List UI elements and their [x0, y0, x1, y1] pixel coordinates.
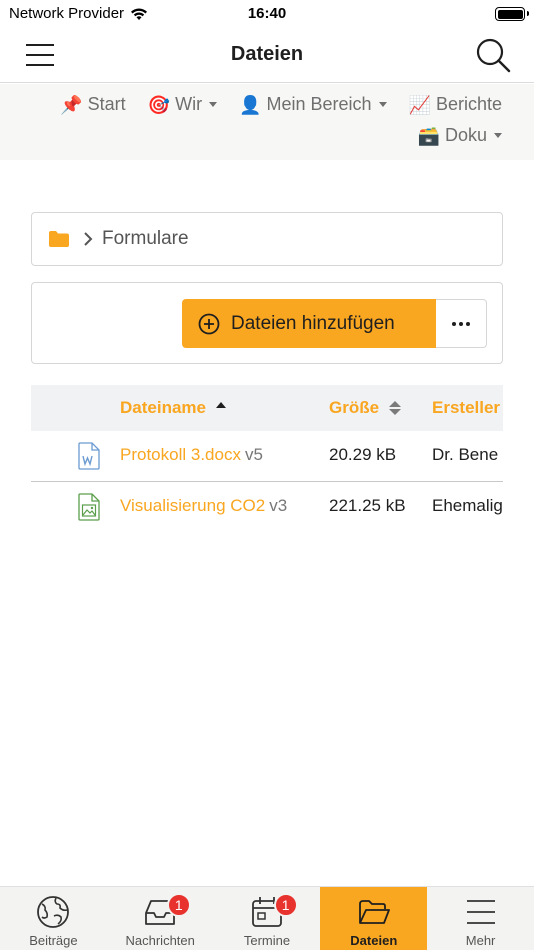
chevron-right-icon [84, 232, 93, 246]
chevron-down-icon [494, 133, 502, 138]
bottom-tab-bar: Beiträge 1 Nachrichten 1 Termine Dateien… [0, 886, 534, 950]
file-name-link[interactable]: Visualisierung CO2 v3 [120, 496, 287, 516]
nav-item-berichte[interactable]: 📈 Berichte [409, 94, 502, 115]
more-dots-icon [452, 321, 456, 326]
nav-item-label: Doku [444, 125, 487, 145]
notification-badge: 1 [273, 893, 298, 917]
status-bar: Network Provider 16:40 [0, 0, 534, 28]
word-document-icon [78, 442, 100, 470]
image-file-icon [78, 493, 100, 521]
app-header: Dateien [0, 28, 534, 83]
file-size: 221.25 kB [329, 496, 406, 515]
top-navigation: 📌 Start 🎯 Wir 👤 Mein Bereich 📈 Berichte … [0, 84, 534, 160]
tab-label: Dateien [350, 933, 398, 948]
file-version: v5 [244, 445, 263, 464]
tab-label: Termine [243, 933, 291, 948]
pushpin-icon: 📌 [60, 94, 83, 115]
table-row[interactable]: Visualisierung CO2 v3 221.25 kB Ehemalig [31, 482, 503, 533]
file-name-link[interactable]: Protokoll 3.docx v5 [120, 445, 263, 465]
tab-label: Beiträge [29, 933, 78, 948]
file-name: Protokoll 3.docx [120, 445, 241, 464]
tab-beitraege[interactable]: Beiträge [0, 887, 107, 950]
notification-badge: 1 [166, 893, 191, 917]
globe-icon [37, 896, 70, 928]
actions-panel: Dateien hinzufügen [31, 282, 503, 364]
nav-item-label: Berichte [435, 94, 502, 114]
breadcrumb-current-folder[interactable]: Formulare [102, 228, 189, 250]
menu-icon [466, 900, 495, 924]
sort-ascending-icon [215, 402, 226, 408]
nav-item-mein-bereich[interactable]: 👤 Mein Bereich [239, 94, 387, 115]
file-creator: Ehemalig [432, 496, 503, 515]
nav-item-label: Mein Bereich [266, 94, 372, 114]
tab-nachrichten[interactable]: 1 Nachrichten [107, 887, 214, 950]
nav-item-doku[interactable]: 🗃️ Doku [418, 125, 502, 146]
chevron-down-icon [209, 102, 218, 107]
column-header-label: Dateiname [120, 398, 206, 417]
add-circle-icon [198, 313, 220, 334]
folder-icon[interactable] [48, 230, 70, 248]
file-table: Dateiname Größe Ersteller Protokoll 3.do… [31, 385, 503, 545]
battery-icon [495, 7, 529, 21]
user-icon: 👤 [239, 94, 262, 115]
column-header-label: Ersteller [432, 398, 501, 417]
column-header-creator[interactable]: Ersteller [432, 398, 500, 418]
file-version: v3 [269, 496, 288, 515]
tab-mehr[interactable]: Mehr [427, 887, 534, 950]
page-title: Dateien [230, 43, 304, 65]
more-options-button[interactable] [436, 299, 487, 348]
breadcrumb: Formulare [31, 212, 503, 266]
tab-label: Nachrichten [125, 933, 195, 948]
column-header-label: Größe [329, 398, 380, 417]
nav-item-wir[interactable]: 🎯 Wir [147, 94, 218, 115]
column-header-size[interactable]: Größe [329, 398, 402, 418]
sort-icon [389, 401, 402, 415]
table-header: Dateiname Größe Ersteller [31, 385, 503, 431]
file-creator: Dr. Bene [432, 445, 499, 464]
chevron-down-icon [378, 102, 387, 107]
tab-termine[interactable]: 1 Termine [214, 887, 321, 950]
add-files-button[interactable]: Dateien hinzufügen [182, 299, 436, 348]
tab-label: Mehr [465, 933, 496, 948]
target-icon: 🎯 [147, 94, 171, 115]
search-icon [476, 38, 511, 73]
folder-open-icon [358, 900, 390, 924]
search-button[interactable] [474, 36, 512, 74]
chart-icon: 📈 [408, 94, 431, 115]
column-header-name[interactable]: Dateiname [120, 398, 226, 418]
nav-item-label: Wir [175, 94, 203, 114]
add-files-label: Dateien hinzufügen [231, 312, 395, 334]
tab-dateien[interactable]: Dateien [320, 887, 428, 950]
nav-item-label: Start [87, 94, 126, 114]
file-name: Visualisierung CO2 [120, 496, 266, 515]
nav-item-start[interactable]: 📌 Start [60, 94, 125, 115]
file-size: 20.29 kB [329, 445, 397, 464]
card-box-icon: 🗃️ [417, 125, 440, 146]
clock: 16:40 [247, 5, 287, 22]
table-row[interactable]: Protokoll 3.docx v5 20.29 kB Dr. Bene [31, 431, 503, 482]
